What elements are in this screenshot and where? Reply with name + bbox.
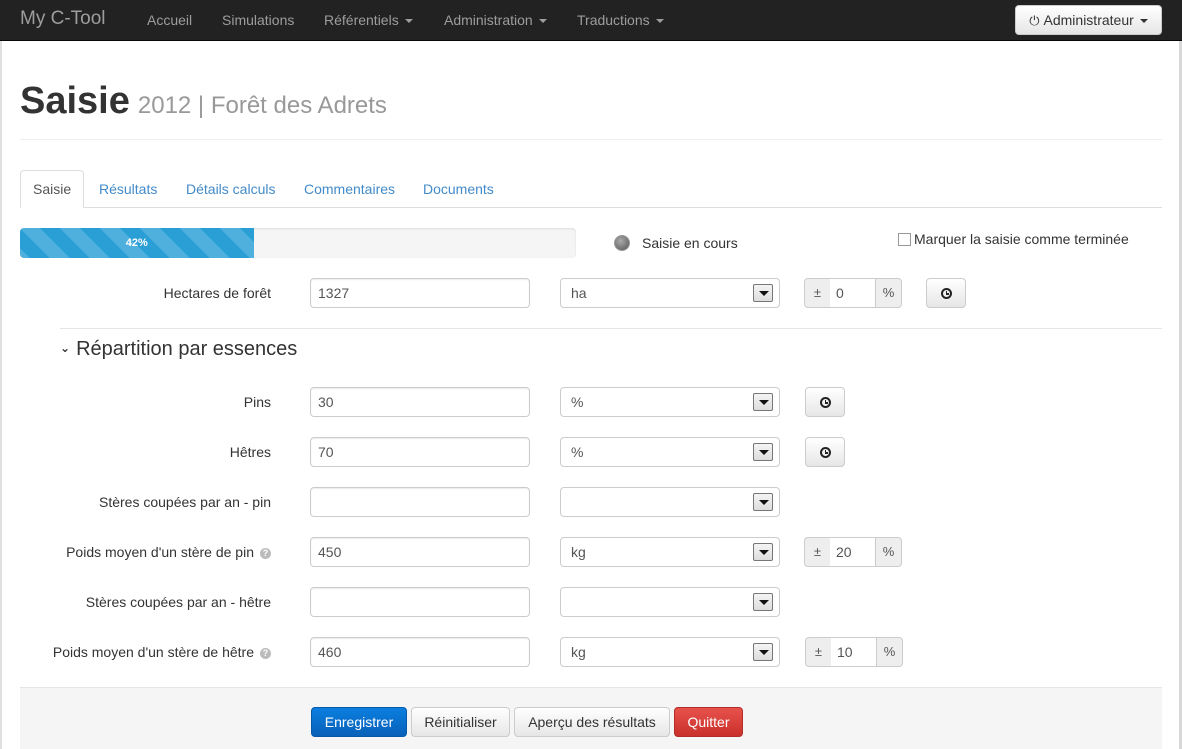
chevron-down-icon: ⌄ [60,341,71,355]
plus-minus-addon: ± [805,637,832,667]
header-divider [20,139,1162,140]
input-hetres[interactable]: 70 [310,437,530,467]
clock-icon [820,397,831,408]
user-menu-label: Administrateur [1043,12,1134,28]
dropdown-arrow-icon [753,593,773,611]
caret-down-icon [404,19,413,24]
dropdown-arrow-icon [753,643,773,661]
progress-bar: 42% [20,228,576,258]
nav-referentiels[interactable]: Référentiels [324,12,413,28]
select-steres-pin-unit[interactable] [560,487,780,517]
uncertainty-poids-pin: ± 20 % [804,537,902,567]
label-pins: Pins [243,394,271,410]
select-hetres-unit[interactable]: % [560,437,780,467]
dropdown-arrow-icon [753,393,773,411]
preview-results-button[interactable]: Aperçu des résultats [514,707,670,737]
section-repartition[interactable]: ⌄ Répartition par essences [60,338,297,361]
nav-traductions[interactable]: Traductions [577,12,664,28]
page-subtitle: 2012 | Forêt des Adrets [137,92,387,119]
input-pins[interactable]: 30 [310,387,530,417]
input-poids-pin[interactable]: 450 [310,537,530,567]
select-poids-pin-unit[interactable]: kg [560,537,780,567]
nav-simulations[interactable]: Simulations [222,12,294,28]
dropdown-arrow-icon [753,443,773,461]
select-pins-unit[interactable]: % [560,387,780,417]
tab-commentaires[interactable]: Commentaires [292,170,407,208]
select-value: ha [571,285,587,301]
dropdown-arrow-icon [753,543,773,561]
top-navbar: My C-Tool Accueil Simulations Référentie… [0,0,1182,41]
nav-administration-label: Administration [444,12,533,28]
progress-fill: 42% [20,228,254,258]
uncertainty-input[interactable]: 20 [830,537,876,567]
uncertainty-hectares: ± 0 % [804,278,902,308]
label-hetres: Hêtres [229,444,271,460]
section-divider [60,328,1162,329]
uncertainty-poids-hetre: ± 10 % [805,637,903,667]
history-button[interactable] [805,387,845,417]
reset-button[interactable]: Réinitialiser [411,707,510,737]
select-value: kg [571,644,586,660]
page-title: Saisie [20,80,130,122]
history-button[interactable] [805,437,845,467]
select-value: kg [571,544,586,560]
uncertainty-input[interactable]: 0 [830,278,876,308]
status-text: Saisie en cours [642,235,738,251]
label-hectares: Hectares de forêt [163,285,271,301]
percent-addon: % [876,637,903,667]
caret-down-icon [1139,19,1148,24]
tab-resultats[interactable]: Résultats [87,170,169,208]
percent-addon: % [875,278,902,308]
user-menu-button[interactable]: ⏻ Administrateur [1015,5,1162,35]
dropdown-arrow-icon [753,493,773,511]
select-steres-hetre-unit[interactable] [560,587,780,617]
clock-icon [941,288,952,299]
help-icon[interactable]: ? [260,548,271,559]
plus-minus-addon: ± [804,537,831,567]
quit-button[interactable]: Quitter [674,707,743,737]
input-steres-pin[interactable] [310,487,530,517]
save-button[interactable]: Enregistrer [311,707,407,737]
caret-down-icon [655,19,664,24]
tab-saisie[interactable]: Saisie [20,170,85,208]
label-poids-pin: Poids moyen d'un stère de pin? [66,544,271,560]
nav-traductions-label: Traductions [577,12,650,28]
nav-administration[interactable]: Administration [444,12,547,28]
help-icon[interactable]: ? [260,648,271,659]
app-brand[interactable]: My C-Tool [20,8,106,30]
window-edge-left [0,41,2,749]
input-hectares[interactable]: 1327 [310,278,530,308]
select-value: % [571,444,584,460]
caret-down-icon [538,19,547,24]
dropdown-arrow-icon [753,284,773,302]
plus-minus-addon: ± [804,278,831,308]
uncertainty-input[interactable]: 10 [831,637,877,667]
clock-icon [820,447,831,458]
select-poids-hetre-unit[interactable]: kg [560,637,780,667]
percent-addon: % [875,537,902,567]
nav-accueil[interactable]: Accueil [147,12,192,28]
power-icon: ⏻ [1029,13,1040,28]
history-button[interactable] [926,278,966,308]
label-steres-hetre: Stères coupées par an - hêtre [85,594,271,610]
status-indicator-icon [614,235,630,251]
label-poids-pin-text: Poids moyen d'un stère de pin [66,544,254,560]
label-poids-hetre-text: Poids moyen d'un stère de hêtre [52,644,254,660]
input-poids-hetre[interactable]: 460 [310,637,530,667]
label-steres-pin: Stères coupées par an - pin [99,494,271,510]
tab-documents[interactable]: Documents [411,170,506,208]
label-poids-hetre: Poids moyen d'un stère de hêtre? [53,644,271,660]
finished-checkbox-label[interactable]: Marquer la saisie comme terminée [914,231,1129,247]
select-hectares-unit[interactable]: ha [560,278,780,308]
select-value: % [571,394,584,410]
section-title: Répartition par essences [76,338,298,360]
tab-details-calculs[interactable]: Détails calculs [174,170,287,208]
nav-referentiels-label: Référentiels [324,12,399,28]
finished-checkbox[interactable] [898,233,911,246]
page-header: Saisie 2012 | Forêt des Adrets [20,80,387,123]
input-steres-hetre[interactable] [310,587,530,617]
